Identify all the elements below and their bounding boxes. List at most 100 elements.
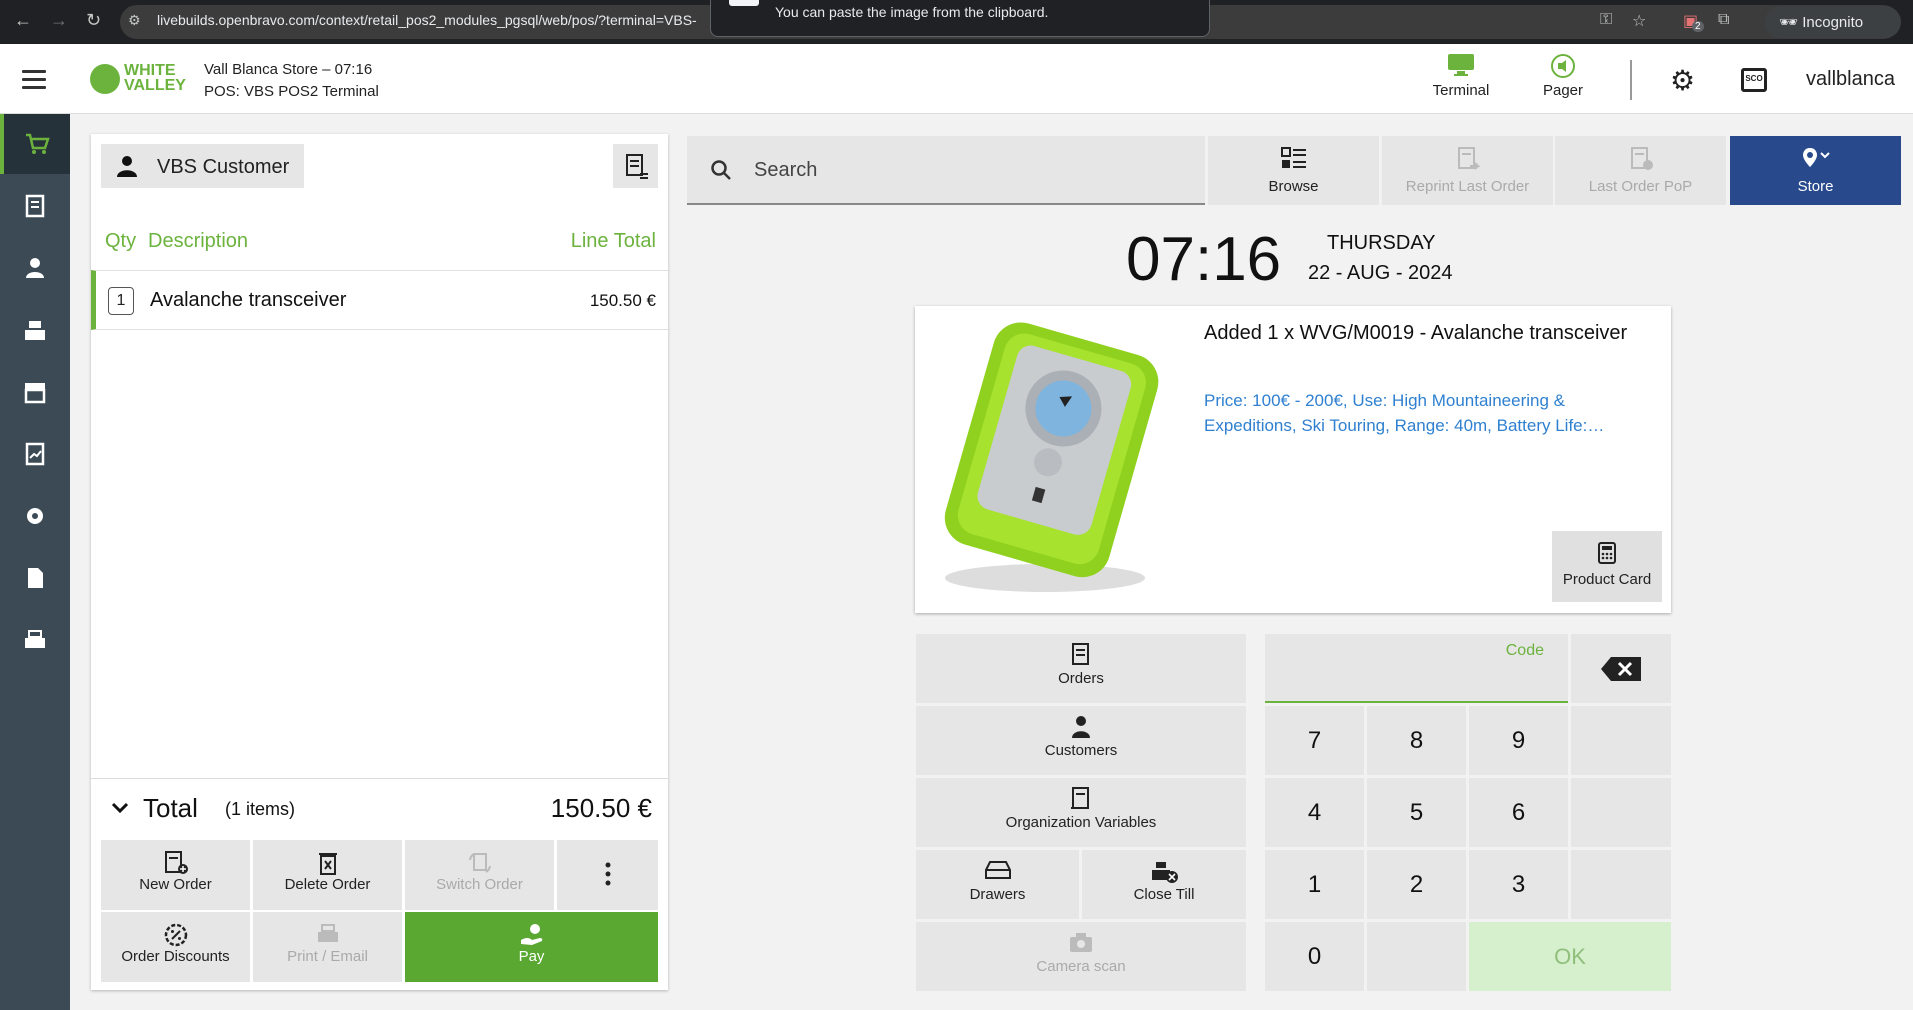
logo-text: WHITE VALLEY bbox=[124, 63, 186, 94]
key-8[interactable]: 8 bbox=[1367, 706, 1466, 775]
sidebar-item-customers[interactable] bbox=[0, 238, 70, 298]
customers-button[interactable]: Customers bbox=[916, 706, 1246, 775]
sidebar-item-receipts[interactable] bbox=[0, 176, 70, 236]
close-till-icon bbox=[1152, 862, 1178, 883]
customer-name: VBS Customer bbox=[157, 156, 290, 178]
key-icon[interactable]: ⚿ bbox=[1600, 11, 1612, 29]
sidebar bbox=[0, 114, 70, 1010]
product-card-button[interactable]: Product Card bbox=[1552, 531, 1662, 602]
drawers-button[interactable]: Drawers bbox=[916, 850, 1079, 919]
new-order-label: New Order bbox=[139, 876, 212, 893]
close-till-button[interactable]: Close Till bbox=[1082, 850, 1246, 919]
last-order-pop-button[interactable]: Last Order PoP bbox=[1555, 136, 1726, 205]
switch-icon bbox=[468, 853, 491, 873]
print-email-button[interactable]: Print / Email bbox=[253, 912, 402, 982]
clipboard-tooltip: You can paste the image from the clipboa… bbox=[710, 0, 1210, 37]
reload-icon[interactable]: ↻ bbox=[86, 10, 101, 31]
store-info: Vall Blanca Store – 07:16 POS: VBS POS2 … bbox=[204, 59, 379, 103]
username[interactable]: vallblanca bbox=[1806, 68, 1895, 91]
cart-icon bbox=[26, 133, 50, 154]
key-4[interactable]: 4 bbox=[1265, 778, 1364, 847]
store-button[interactable]: Store bbox=[1730, 136, 1901, 205]
terminal-label: Terminal bbox=[1432, 82, 1490, 99]
order-discounts-button[interactable]: Order Discounts bbox=[101, 912, 250, 982]
code-input[interactable]: Code bbox=[1265, 634, 1568, 703]
app-header: WHITE VALLEY Vall Blanca Store – 07:16 P… bbox=[0, 44, 1913, 114]
org-variables-icon bbox=[1071, 787, 1089, 809]
trash-icon bbox=[318, 853, 337, 875]
pager-icon bbox=[1518, 52, 1608, 82]
settings-gear-icon[interactable]: ⚙ bbox=[1670, 64, 1695, 97]
ok-button[interactable]: OK bbox=[1469, 922, 1671, 991]
more-options-button[interactable] bbox=[557, 840, 658, 910]
forward-icon[interactable]: → bbox=[50, 10, 68, 31]
chevron-down-icon bbox=[111, 802, 129, 814]
key-2[interactable]: 2 bbox=[1367, 850, 1466, 919]
key-6[interactable]: 6 bbox=[1469, 778, 1568, 847]
key-5[interactable]: 5 bbox=[1367, 778, 1466, 847]
delete-order-button[interactable]: Delete Order bbox=[253, 840, 402, 910]
backspace-button[interactable] bbox=[1571, 634, 1671, 703]
star-icon[interactable]: ☆ bbox=[1632, 11, 1646, 31]
kebab-icon bbox=[605, 862, 610, 886]
new-order-button[interactable]: New Order bbox=[101, 840, 250, 910]
orders-button[interactable]: Orders bbox=[916, 634, 1246, 703]
sco-icon[interactable]: SCO bbox=[1741, 68, 1767, 92]
terminal-button[interactable]: Terminal bbox=[1416, 52, 1506, 108]
key-blank-3 bbox=[1571, 850, 1671, 919]
sidebar-item-reports[interactable] bbox=[0, 424, 70, 484]
pay-button[interactable]: Pay bbox=[405, 912, 658, 982]
product-description[interactable]: Price: 100€ - 200€, Use: High Mountainee… bbox=[1204, 388, 1634, 438]
last-added-product-card: Added 1 x WVG/M0019 - Avalanche transcei… bbox=[915, 306, 1671, 613]
monitor-icon bbox=[1416, 52, 1506, 82]
line-total: 150.50 € bbox=[589, 291, 656, 310]
menu-icon[interactable] bbox=[22, 70, 46, 94]
close-till-label: Close Till bbox=[1133, 886, 1195, 903]
customers-label: Customers bbox=[1044, 742, 1118, 759]
column-description: Description bbox=[148, 230, 249, 252]
switch-order-button[interactable]: Switch Order bbox=[405, 840, 554, 910]
ticket-menu-button[interactable] bbox=[613, 144, 658, 188]
organization-variables-button[interactable]: Organization Variables bbox=[916, 778, 1246, 847]
back-icon[interactable]: ← bbox=[14, 10, 32, 31]
sidebar-item-cart[interactable] bbox=[0, 114, 70, 174]
total-bar[interactable]: Total (1 items) 150.50 € bbox=[91, 778, 668, 840]
reprint-icon bbox=[1457, 147, 1480, 170]
sidebar-item-printer[interactable] bbox=[0, 610, 70, 670]
gear-icon bbox=[27, 508, 43, 524]
key-1[interactable]: 1 bbox=[1265, 850, 1364, 919]
browse-button[interactable]: Browse bbox=[1208, 136, 1379, 205]
browser-toolbar: ← → ↻ ⚙ livebuilds.openbravo.com/context… bbox=[0, 0, 1913, 44]
product-image bbox=[944, 322, 1159, 592]
terminal-line: POS: VBS POS2 Terminal bbox=[204, 83, 379, 100]
cash-register-icon bbox=[25, 321, 45, 340]
sidebar-item-documents[interactable] bbox=[0, 548, 70, 608]
clock-date: 22 - AUG - 2024 bbox=[1308, 262, 1453, 284]
search-input[interactable]: Search bbox=[687, 136, 1205, 205]
reprint-last-order-button[interactable]: Reprint Last Order bbox=[1382, 136, 1553, 205]
ticket-panel: VBS Customer Qty Description Line Total … bbox=[91, 134, 668, 990]
site-info-icon[interactable]: ⚙ bbox=[128, 12, 141, 29]
key-blank-2 bbox=[1571, 778, 1671, 847]
customer-button[interactable]: VBS Customer bbox=[101, 144, 304, 188]
sidebar-item-store[interactable] bbox=[0, 362, 70, 422]
url-text: livebuilds.openbravo.com/context/retail_… bbox=[157, 12, 697, 28]
ticket-line[interactable]: 1 Avalanche transceiver 150.50 € bbox=[91, 270, 668, 330]
column-qty: Qty bbox=[105, 230, 137, 252]
key-7[interactable]: 7 bbox=[1265, 706, 1364, 775]
column-line-total: Line Total bbox=[570, 230, 656, 252]
sidebar-item-cashup[interactable] bbox=[0, 300, 70, 360]
incognito-indicator[interactable]: 🕶 Incognito bbox=[1765, 6, 1901, 38]
camera-scan-button[interactable]: Camera scan bbox=[916, 922, 1246, 991]
pager-button[interactable]: Pager bbox=[1518, 52, 1608, 108]
key-3[interactable]: 3 bbox=[1469, 850, 1568, 919]
receipt-menu-icon bbox=[625, 154, 648, 179]
incognito-icon: 🕶 bbox=[1779, 14, 1799, 31]
key-blank-4 bbox=[1367, 922, 1466, 991]
sidebar-item-settings[interactable] bbox=[0, 486, 70, 546]
key-0[interactable]: 0 bbox=[1265, 922, 1364, 991]
total-label: Total bbox=[143, 793, 198, 823]
report-icon bbox=[25, 442, 45, 466]
key-9[interactable]: 9 bbox=[1469, 706, 1568, 775]
puzzle-icon[interactable]: ⧉ bbox=[1718, 11, 1729, 29]
